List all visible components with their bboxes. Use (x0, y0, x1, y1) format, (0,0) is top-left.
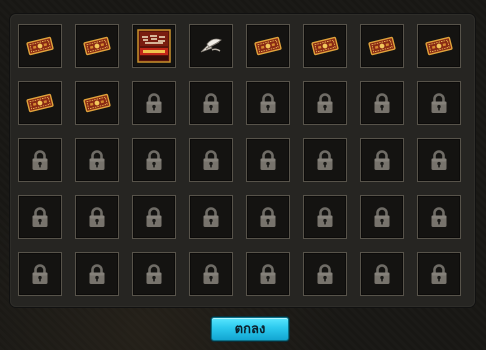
locked-inventory-slot[interactable] (303, 138, 347, 182)
inventory-slot[interactable] (18, 24, 62, 68)
locked-inventory-slot[interactable] (189, 252, 233, 296)
locked-inventory-slot[interactable] (189, 138, 233, 182)
inventory-slot[interactable] (189, 24, 233, 68)
ticket-icon (83, 36, 111, 56)
lock-icon (430, 263, 448, 285)
lock-icon (259, 263, 277, 285)
lock-icon (31, 263, 49, 285)
inventory-slot[interactable] (75, 81, 119, 125)
ticket-icon (425, 36, 453, 56)
locked-inventory-slot[interactable] (417, 81, 461, 125)
lock-icon (202, 92, 220, 114)
ticket-icon (83, 93, 111, 113)
lock-icon (88, 149, 106, 171)
lock-icon (145, 263, 163, 285)
locked-inventory-slot[interactable] (360, 252, 404, 296)
locked-inventory-slot[interactable] (246, 252, 290, 296)
locked-inventory-slot[interactable] (360, 138, 404, 182)
inventory-slot[interactable] (75, 24, 119, 68)
lock-icon (430, 149, 448, 171)
inventory-slot[interactable] (246, 24, 290, 68)
locked-inventory-slot[interactable] (132, 195, 176, 239)
locked-inventory-slot[interactable] (246, 195, 290, 239)
locked-inventory-slot[interactable] (360, 81, 404, 125)
game-box-icon (137, 29, 171, 63)
locked-inventory-slot[interactable] (360, 195, 404, 239)
inventory-grid (18, 24, 466, 300)
lock-icon (202, 149, 220, 171)
confirm-button[interactable]: ตกลง (211, 317, 289, 341)
lock-icon (259, 206, 277, 228)
locked-inventory-slot[interactable] (246, 81, 290, 125)
lock-icon (259, 92, 277, 114)
lock-icon (259, 149, 277, 171)
lock-icon (145, 206, 163, 228)
locked-inventory-slot[interactable] (132, 138, 176, 182)
lock-icon (202, 263, 220, 285)
locked-inventory-slot[interactable] (417, 252, 461, 296)
lock-icon (31, 149, 49, 171)
locked-inventory-slot[interactable] (75, 252, 119, 296)
inventory-slot[interactable] (132, 24, 176, 68)
ticket-icon (254, 36, 282, 56)
locked-inventory-slot[interactable] (75, 138, 119, 182)
locked-inventory-slot[interactable] (417, 138, 461, 182)
ticket-icon (26, 36, 54, 56)
lock-icon (316, 92, 334, 114)
locked-inventory-slot[interactable] (189, 195, 233, 239)
lock-icon (373, 92, 391, 114)
feather-quill-icon (198, 35, 224, 57)
lock-icon (316, 263, 334, 285)
locked-inventory-slot[interactable] (303, 252, 347, 296)
lock-icon (373, 263, 391, 285)
locked-inventory-slot[interactable] (18, 252, 62, 296)
locked-inventory-slot[interactable] (417, 195, 461, 239)
locked-inventory-slot[interactable] (18, 195, 62, 239)
ticket-icon (26, 93, 54, 113)
lock-icon (373, 206, 391, 228)
lock-icon (373, 149, 391, 171)
inventory-slot[interactable] (360, 24, 404, 68)
locked-inventory-slot[interactable] (18, 138, 62, 182)
locked-inventory-slot[interactable] (132, 252, 176, 296)
ticket-icon (368, 36, 396, 56)
ticket-icon (311, 36, 339, 56)
lock-icon (88, 206, 106, 228)
lock-icon (31, 206, 49, 228)
lock-icon (316, 149, 334, 171)
lock-icon (316, 206, 334, 228)
inventory-slot[interactable] (417, 24, 461, 68)
locked-inventory-slot[interactable] (246, 138, 290, 182)
locked-inventory-slot[interactable] (303, 81, 347, 125)
locked-inventory-slot[interactable] (75, 195, 119, 239)
lock-icon (430, 206, 448, 228)
locked-inventory-slot[interactable] (132, 81, 176, 125)
locked-inventory-slot[interactable] (189, 81, 233, 125)
lock-icon (145, 92, 163, 114)
locked-inventory-slot[interactable] (303, 195, 347, 239)
lock-icon (88, 263, 106, 285)
lock-icon (145, 149, 163, 171)
inventory-slot[interactable] (303, 24, 347, 68)
lock-icon (430, 92, 448, 114)
lock-icon (202, 206, 220, 228)
inventory-slot[interactable] (18, 81, 62, 125)
